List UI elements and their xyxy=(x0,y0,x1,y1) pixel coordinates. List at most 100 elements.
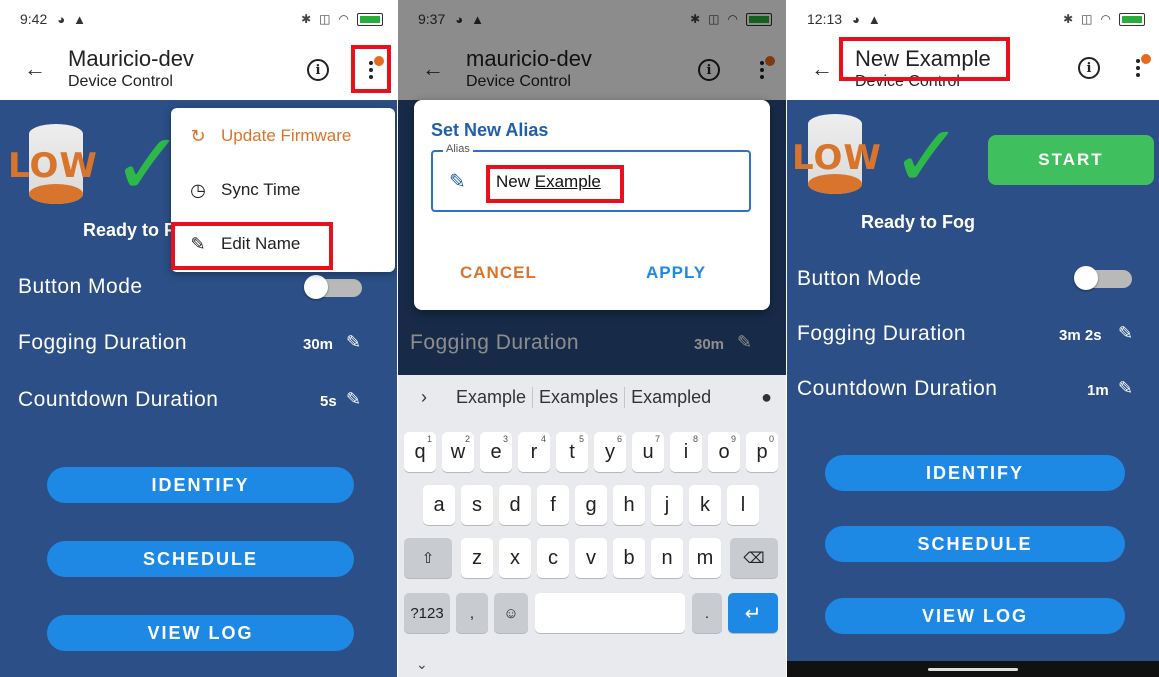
notification-icon: ◕ xyxy=(852,11,860,27)
identify-button[interactable]: IDENTIFY xyxy=(47,467,354,503)
key-x[interactable]: x xyxy=(499,538,531,578)
apply-button[interactable]: APPLY xyxy=(646,263,706,283)
battery-icon xyxy=(357,12,383,26)
countdown-duration-label: Countdown Duration xyxy=(797,377,998,400)
notification-icon: ◕ xyxy=(57,11,66,27)
home-handle[interactable] xyxy=(928,668,1018,671)
key-y[interactable]: y6 xyxy=(594,432,626,472)
symbols-key[interactable]: ?123 xyxy=(404,593,450,633)
enter-arrow-icon: ↵ xyxy=(744,602,762,625)
key-a[interactable]: a xyxy=(423,485,455,525)
space-key[interactable] xyxy=(535,593,685,633)
edit-countdown-pencil-icon[interactable]: ✎ xyxy=(346,389,361,410)
dialog-title: Set New Alias xyxy=(431,120,549,140)
keyboard-collapse-icon[interactable]: ⌄ xyxy=(416,656,428,673)
view-log-button[interactable]: VIEW LOG xyxy=(825,598,1125,634)
back-arrow-icon[interactable]: ← xyxy=(811,56,833,82)
key-d[interactable]: d xyxy=(499,485,531,525)
key-e[interactable]: e3 xyxy=(480,432,512,472)
info-icon[interactable]: i xyxy=(307,59,329,81)
edit-countdown-pencil-icon[interactable]: ✎ xyxy=(1118,378,1133,399)
warning-icon: ▲ xyxy=(73,11,86,27)
key-n[interactable]: n xyxy=(651,538,683,578)
period-key[interactable]: . xyxy=(692,593,722,633)
ready-status: Ready to Fog xyxy=(861,212,976,232)
app-bar: ← Mauricio-dev Device Control xyxy=(0,38,397,100)
key-j[interactable]: j xyxy=(651,485,683,525)
edit-fogging-pencil-icon[interactable]: ✎ xyxy=(346,332,361,353)
backspace-key[interactable]: ⌫ xyxy=(730,538,778,578)
menu-item-edit-name[interactable]: ✎ Edit Name xyxy=(171,219,395,269)
overflow-menu-icon[interactable] xyxy=(1135,59,1141,77)
device-subtitle: Device Control xyxy=(68,73,173,90)
vibrate-icon: ◫ xyxy=(1081,12,1093,26)
vibrate-icon: ◫ xyxy=(319,12,331,26)
button-mode-toggle[interactable] xyxy=(304,275,362,299)
key-s[interactable]: s xyxy=(461,485,493,525)
key-o[interactable]: o9 xyxy=(708,432,740,472)
key-v[interactable]: v xyxy=(575,538,607,578)
key-l[interactable]: l xyxy=(727,485,759,525)
button-mode-label: Button Mode xyxy=(797,267,922,290)
edit-fogging-pencil-icon[interactable]: ✎ xyxy=(1118,323,1133,344)
device-subtitle: Device Control xyxy=(855,73,960,90)
key-c[interactable]: c xyxy=(537,538,569,578)
status-bar: 9:42 ◕ ▲ ✱ ◫ ◠ xyxy=(0,0,397,38)
comma-key[interactable]: , xyxy=(456,593,488,633)
key-g[interactable]: g xyxy=(575,485,607,525)
countdown-duration-label: Countdown Duration xyxy=(18,388,219,411)
button-mode-label: Button Mode xyxy=(18,275,143,298)
key-q[interactable]: q1 xyxy=(404,432,436,472)
suggestion-item[interactable]: Examples xyxy=(533,386,626,408)
key-u[interactable]: u7 xyxy=(632,432,664,472)
cancel-button[interactable]: CANCEL xyxy=(460,263,537,283)
key-h[interactable]: h xyxy=(613,485,645,525)
pencil-icon: ✎ xyxy=(190,233,206,254)
start-button[interactable]: START xyxy=(988,135,1154,185)
alias-value: New Example xyxy=(496,172,601,191)
status-time: 9:42 xyxy=(20,11,48,27)
backspace-icon: ⌫ xyxy=(743,550,765,567)
ready-check-icon: ✓ xyxy=(891,107,964,207)
key-k[interactable]: k xyxy=(689,485,721,525)
back-arrow-icon[interactable]: ← xyxy=(24,56,46,82)
fogging-duration-label: Fogging Duration xyxy=(797,322,967,345)
fogging-duration-value: 3m 2s xyxy=(1059,327,1102,344)
wifi-icon: ◠ xyxy=(338,12,349,26)
emoji-key[interactable]: ☺ xyxy=(494,593,528,633)
view-log-button[interactable]: VIEW LOG xyxy=(47,615,354,651)
menu-item-sync-time[interactable]: ◷ Sync Time xyxy=(171,165,395,215)
key-t[interactable]: t5 xyxy=(556,432,588,472)
schedule-button[interactable]: SCHEDULE xyxy=(825,526,1125,562)
info-icon[interactable]: i xyxy=(1078,57,1100,79)
key-b[interactable]: b xyxy=(613,538,645,578)
overflow-menu-icon[interactable] xyxy=(368,61,374,79)
identify-button[interactable]: IDENTIFY xyxy=(825,455,1125,491)
device-title: Mauricio-dev xyxy=(68,46,194,71)
clock-icon: ◷ xyxy=(190,179,206,200)
key-z[interactable]: z xyxy=(461,538,493,578)
key-w[interactable]: w2 xyxy=(442,432,474,472)
suggestion-item[interactable]: Exampled xyxy=(625,387,717,408)
shift-arrow-icon: ⇧ xyxy=(421,550,435,567)
enter-key[interactable]: ↵ xyxy=(728,593,778,633)
shift-key[interactable]: ⇧ xyxy=(404,538,452,578)
status-time: 12:13 xyxy=(807,11,843,27)
key-i[interactable]: i8 xyxy=(670,432,702,472)
key-f[interactable]: f xyxy=(537,485,569,525)
schedule-button[interactable]: SCHEDULE xyxy=(47,541,354,577)
wifi-icon: ◠ xyxy=(1100,12,1111,26)
key-p[interactable]: p0 xyxy=(746,432,778,472)
button-mode-toggle[interactable] xyxy=(1074,266,1132,290)
suggestion-item[interactable]: Example xyxy=(450,386,534,408)
overflow-dropdown-menu: ↻ Update Firmware ◷ Sync Time ✎ Edit Nam… xyxy=(171,108,395,272)
chevron-right-icon[interactable]: › xyxy=(398,387,450,408)
key-r[interactable]: r4 xyxy=(518,432,550,472)
status-bar: 12:13 ◕ ▲ ✱ ◫ ◠ xyxy=(787,0,1159,38)
level-label: LOW xyxy=(8,146,98,186)
alias-input[interactable]: Alias ✎ New Example xyxy=(431,143,751,212)
microphone-icon[interactable]: ● xyxy=(761,387,772,408)
key-m[interactable]: m xyxy=(689,538,721,578)
menu-item-update-firmware[interactable]: ↻ Update Firmware xyxy=(171,111,395,161)
notification-dot xyxy=(1141,54,1151,64)
